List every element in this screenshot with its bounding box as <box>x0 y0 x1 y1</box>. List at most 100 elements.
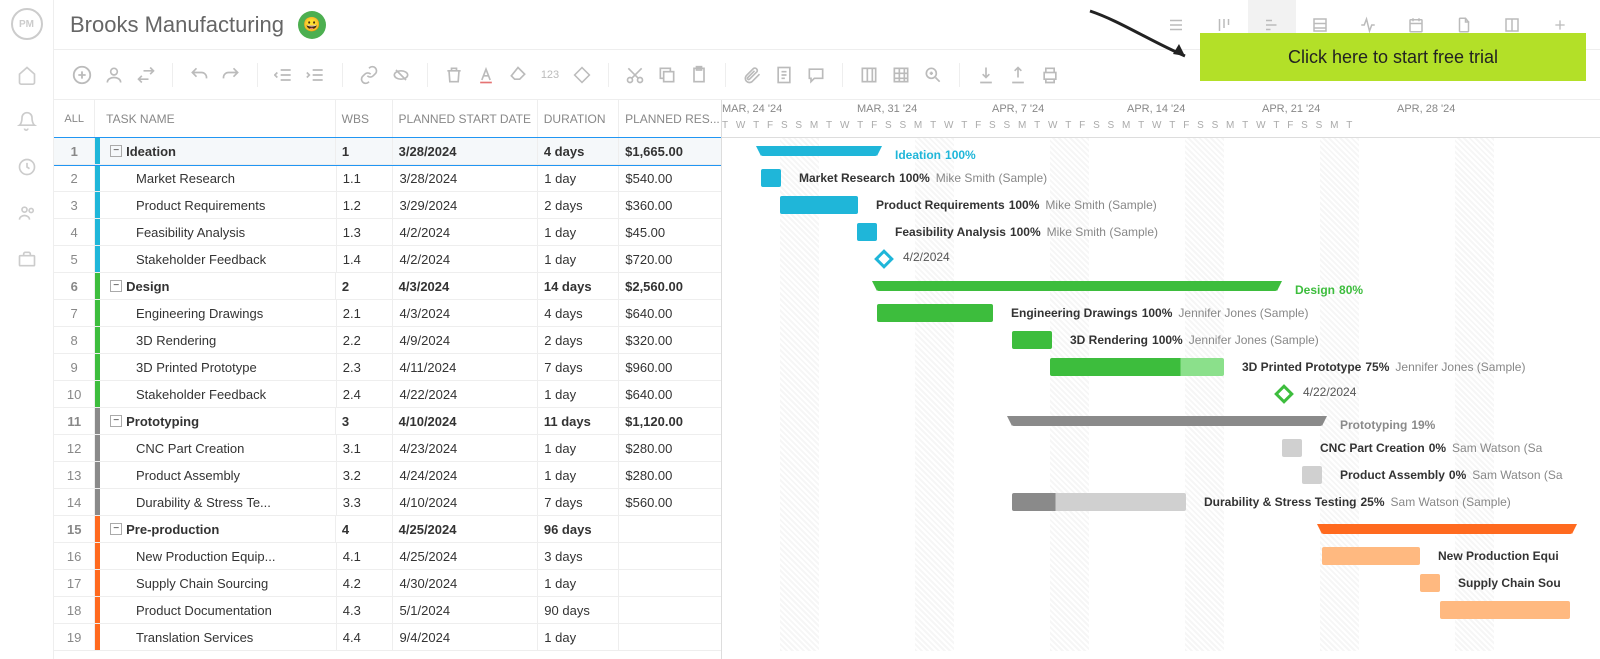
swap-icon[interactable] <box>134 63 158 87</box>
gantt-row[interactable]: Product Requirements100%Mike Smith (Samp… <box>722 192 1600 219</box>
task-name[interactable]: New Production Equip... <box>100 543 337 569</box>
avatar[interactable]: 😀 <box>298 11 326 39</box>
collapse-icon[interactable]: − <box>110 523 122 535</box>
assign-icon[interactable] <box>102 63 126 87</box>
gantt-bar[interactable]: Product Requirements100%Mike Smith (Samp… <box>780 196 858 214</box>
notes-icon[interactable] <box>772 63 796 87</box>
gantt-row[interactable]: Durability & Stress Testing25%Sam Watson… <box>722 489 1600 516</box>
task-name[interactable]: −Design <box>100 273 336 299</box>
task-name[interactable]: Translation Services <box>100 624 337 650</box>
collapse-icon[interactable]: − <box>110 280 122 292</box>
task-resource[interactable]: $640.00 <box>619 300 721 326</box>
gantt-row[interactable]: 3D Rendering100%Jennifer Jones (Sample) <box>722 327 1600 354</box>
table-row[interactable]: 5Stakeholder Feedback1.44/2/20241 day$72… <box>54 246 721 273</box>
task-start[interactable]: 4/10/2024 <box>393 489 538 515</box>
task-resource[interactable]: $560.00 <box>619 489 721 515</box>
gantt-chart[interactable]: MAR, 24 '24MAR, 31 '24APR, 7 '24APR, 14 … <box>722 100 1600 659</box>
gantt-row[interactable] <box>722 624 1600 651</box>
table-row[interactable]: 1−Ideation13/28/20244 days$1,665.00 <box>54 138 721 165</box>
gantt-row[interactable] <box>722 516 1600 543</box>
task-start[interactable]: 4/22/2024 <box>393 381 538 407</box>
clock-icon[interactable] <box>16 156 38 178</box>
gantt-bar[interactable]: 3D Rendering100%Jennifer Jones (Sample) <box>1012 331 1052 349</box>
zoom-icon[interactable] <box>921 63 945 87</box>
task-start[interactable]: 4/3/2024 <box>393 300 538 326</box>
task-wbs[interactable]: 3.3 <box>337 489 394 515</box>
task-duration[interactable]: 1 day <box>538 246 619 272</box>
gantt-bar[interactable]: Feasibility Analysis100%Mike Smith (Samp… <box>857 223 877 241</box>
table-row[interactable]: 12CNC Part Creation3.14/23/20241 day$280… <box>54 435 721 462</box>
gantt-bar[interactable]: Ideation100% <box>761 146 877 156</box>
task-wbs[interactable]: 4.4 <box>337 624 394 650</box>
gantt-row[interactable]: 4/22/2024 <box>722 381 1600 408</box>
task-wbs[interactable]: 2.3 <box>337 354 394 380</box>
gantt-row[interactable]: Ideation100% <box>722 138 1600 165</box>
task-resource[interactable]: $1,665.00 <box>619 138 721 164</box>
gantt-bar[interactable]: CNC Part Creation0%Sam Watson (Sa <box>1282 439 1302 457</box>
task-wbs[interactable]: 1 <box>336 138 393 164</box>
task-resource[interactable]: $720.00 <box>619 246 721 272</box>
task-name[interactable]: −Ideation <box>100 138 336 164</box>
link-icon[interactable] <box>357 63 381 87</box>
gantt-bar[interactable]: Supply Chain Sou <box>1420 574 1440 592</box>
task-name[interactable]: Stakeholder Feedback <box>100 381 337 407</box>
task-resource[interactable]: $360.00 <box>619 192 721 218</box>
col-name[interactable]: TASK NAME <box>100 100 336 137</box>
gantt-row[interactable]: Market Research100%Mike Smith (Sample) <box>722 165 1600 192</box>
gantt-row[interactable]: CNC Part Creation0%Sam Watson (Sa <box>722 435 1600 462</box>
col-res[interactable]: PLANNED RES... <box>619 100 721 137</box>
task-wbs[interactable]: 2.4 <box>337 381 394 407</box>
table-row[interactable]: 3Product Requirements1.23/29/20242 days$… <box>54 192 721 219</box>
table-row[interactable]: 11−Prototyping34/10/202411 days$1,120.00 <box>54 408 721 435</box>
table-row[interactable]: 17Supply Chain Sourcing4.24/30/20241 day <box>54 570 721 597</box>
indent-icon[interactable] <box>304 63 328 87</box>
task-start[interactable]: 4/11/2024 <box>393 354 538 380</box>
task-start[interactable]: 4/25/2024 <box>393 543 538 569</box>
home-icon[interactable] <box>16 64 38 86</box>
numbering-icon[interactable]: 123 <box>538 63 562 87</box>
task-name[interactable]: Feasibility Analysis <box>100 219 337 245</box>
col-dur[interactable]: DURATION <box>538 100 619 137</box>
table-row[interactable]: 13Product Assembly3.24/24/20241 day$280.… <box>54 462 721 489</box>
collapse-icon[interactable]: − <box>110 145 122 157</box>
task-wbs[interactable]: 3.2 <box>337 462 394 488</box>
gantt-row[interactable]: 4/2/2024 <box>722 246 1600 273</box>
task-wbs[interactable]: 3 <box>336 408 393 434</box>
gantt-row[interactable]: New Production Equi <box>722 543 1600 570</box>
table-row[interactable]: 83D Rendering2.24/9/20242 days$320.00 <box>54 327 721 354</box>
task-start[interactable]: 9/4/2024 <box>393 624 538 650</box>
task-resource[interactable]: $280.00 <box>619 435 721 461</box>
app-logo[interactable]: PM <box>11 8 43 40</box>
task-start[interactable]: 4/10/2024 <box>393 408 538 434</box>
cut-icon[interactable] <box>623 63 647 87</box>
grid-icon[interactable] <box>889 63 913 87</box>
delete-icon[interactable] <box>442 63 466 87</box>
task-wbs[interactable]: 2 <box>336 273 393 299</box>
task-wbs[interactable]: 1.3 <box>337 219 394 245</box>
task-duration[interactable]: 1 day <box>538 462 619 488</box>
task-resource[interactable]: $45.00 <box>619 219 721 245</box>
task-start[interactable]: 3/28/2024 <box>393 138 538 164</box>
gantt-row[interactable]: Product Assembly0%Sam Watson (Sa <box>722 462 1600 489</box>
task-duration[interactable]: 1 day <box>538 570 619 596</box>
task-name[interactable]: 3D Rendering <box>100 327 337 353</box>
gantt-bar[interactable]: New Production Equi <box>1322 547 1420 565</box>
gantt-bar[interactable]: Prototyping19% <box>1012 416 1322 426</box>
task-start[interactable]: 4/23/2024 <box>393 435 538 461</box>
gantt-row[interactable]: Prototyping19% <box>722 408 1600 435</box>
task-wbs[interactable]: 1.2 <box>337 192 394 218</box>
col-all[interactable]: ALL <box>54 100 95 137</box>
attach-icon[interactable] <box>740 63 764 87</box>
notifications-icon[interactable] <box>16 110 38 132</box>
table-row[interactable]: 2Market Research1.13/28/20241 day$540.00 <box>54 165 721 192</box>
task-duration[interactable]: 2 days <box>538 192 619 218</box>
task-name[interactable]: Stakeholder Feedback <box>100 246 337 272</box>
task-duration[interactable]: 14 days <box>538 273 619 299</box>
table-row[interactable]: 93D Printed Prototype2.34/11/20247 days$… <box>54 354 721 381</box>
table-row[interactable]: 10Stakeholder Feedback2.44/22/20241 day$… <box>54 381 721 408</box>
task-wbs[interactable]: 2.2 <box>337 327 394 353</box>
task-wbs[interactable]: 4.2 <box>337 570 394 596</box>
task-resource[interactable] <box>619 516 721 542</box>
briefcase-icon[interactable] <box>16 248 38 270</box>
task-wbs[interactable]: 3.1 <box>337 435 394 461</box>
